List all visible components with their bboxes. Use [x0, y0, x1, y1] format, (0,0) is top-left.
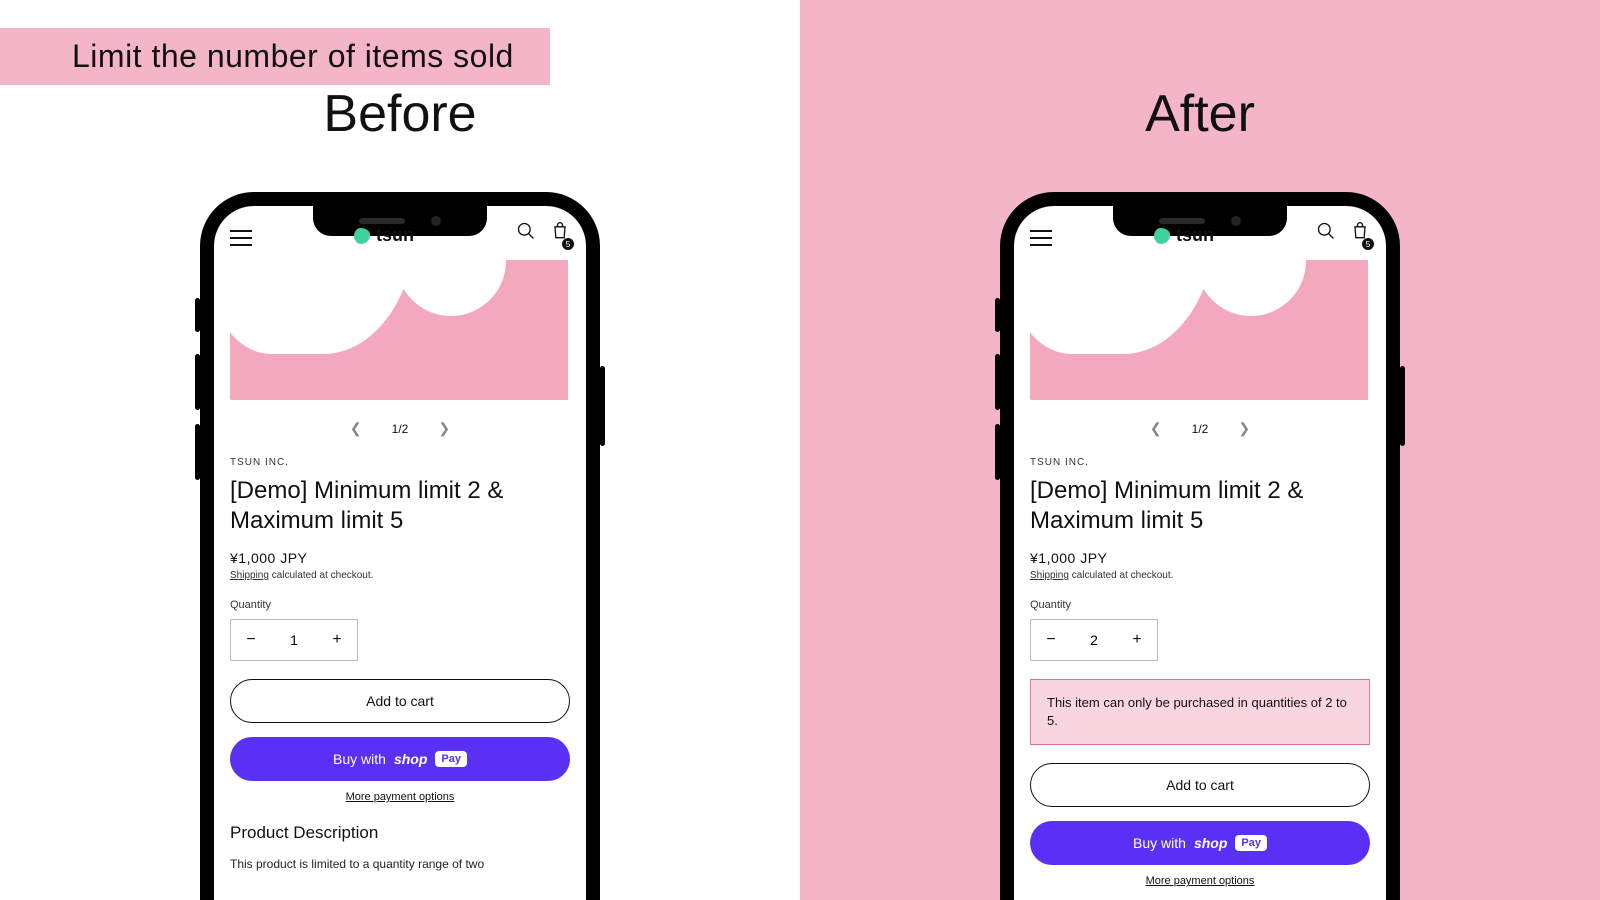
pager-count: 1/2	[392, 422, 409, 436]
product-image[interactable]	[230, 260, 570, 400]
shipping-note: Shipping calculated at checkout.	[1030, 570, 1370, 581]
shipping-note: Shipping calculated at checkout.	[230, 570, 570, 581]
qty-increase-button[interactable]: +	[1117, 620, 1157, 660]
headline-banner: Limit the number of items sold	[0, 28, 550, 85]
more-payment-link[interactable]: More payment options	[230, 791, 570, 803]
buy-now-button[interactable]: Buy with shop Pay	[1030, 821, 1370, 865]
cart-icon[interactable]: 5	[1350, 221, 1370, 246]
store-logo[interactable]: tsun	[1154, 225, 1214, 246]
image-pager: ❮ 1/2 ❯	[230, 416, 570, 441]
menu-icon[interactable]	[1030, 230, 1052, 246]
cart-badge: 5	[1362, 238, 1374, 250]
search-icon[interactable]	[1316, 221, 1336, 246]
search-icon[interactable]	[516, 221, 536, 246]
qty-value: 2	[1071, 620, 1117, 660]
after-title: After	[1145, 84, 1255, 144]
before-title: Before	[323, 84, 476, 144]
pager-prev-icon[interactable]: ❮	[1146, 416, 1166, 441]
phone-frame-before: tsun 5 ❮ 1/2	[200, 192, 600, 900]
before-panel: Limit the number of items sold Before ts…	[0, 0, 800, 900]
phone-frame-after: tsun 5 ❮ 1/2	[1000, 192, 1400, 900]
quantity-stepper: − 1 +	[230, 619, 358, 661]
quantity-label: Quantity	[230, 599, 570, 611]
store-logo[interactable]: tsun	[354, 225, 414, 246]
image-pager: ❮ 1/2 ❯	[1030, 416, 1370, 441]
product-title: [Demo] Minimum limit 2 & Maximum limit 5	[230, 476, 570, 536]
quantity-label: Quantity	[1030, 599, 1370, 611]
limit-alert: This item can only be purchased in quant…	[1030, 679, 1370, 745]
cart-icon[interactable]: 5	[550, 221, 570, 246]
shipping-link[interactable]: Shipping	[230, 570, 269, 581]
shipping-link[interactable]: Shipping	[1030, 570, 1069, 581]
shop-pay-icon: Pay	[435, 751, 467, 767]
product-price: ¥1,000 JPY	[1030, 550, 1370, 566]
qty-increase-button[interactable]: +	[317, 620, 357, 660]
pager-next-icon[interactable]: ❯	[434, 416, 454, 441]
vendor-label: TSUN INC.	[1030, 457, 1370, 468]
qty-decrease-button[interactable]: −	[1031, 620, 1071, 660]
product-price: ¥1,000 JPY	[230, 550, 570, 566]
more-payment-link[interactable]: More payment options	[1030, 875, 1370, 887]
after-panel: After tsun 5	[800, 0, 1600, 900]
cart-badge: 5	[562, 238, 574, 250]
shop-pay-icon: Pay	[1235, 835, 1267, 851]
product-image[interactable]	[1030, 260, 1370, 400]
product-title: [Demo] Minimum limit 2 & Maximum limit 5	[1030, 476, 1370, 536]
add-to-cart-button[interactable]: Add to cart	[230, 679, 570, 723]
description-body: This product is limited to a quantity ra…	[230, 855, 570, 873]
qty-decrease-button[interactable]: −	[231, 620, 271, 660]
add-to-cart-button[interactable]: Add to cart	[1030, 763, 1370, 807]
qty-value: 1	[271, 620, 317, 660]
pager-next-icon[interactable]: ❯	[1234, 416, 1254, 441]
vendor-label: TSUN INC.	[230, 457, 570, 468]
quantity-stepper: − 2 +	[1030, 619, 1158, 661]
buy-now-button[interactable]: Buy with shop Pay	[230, 737, 570, 781]
pager-count: 1/2	[1192, 422, 1209, 436]
description-heading: Product Description	[230, 823, 570, 843]
pager-prev-icon[interactable]: ❮	[346, 416, 366, 441]
menu-icon[interactable]	[230, 230, 252, 246]
